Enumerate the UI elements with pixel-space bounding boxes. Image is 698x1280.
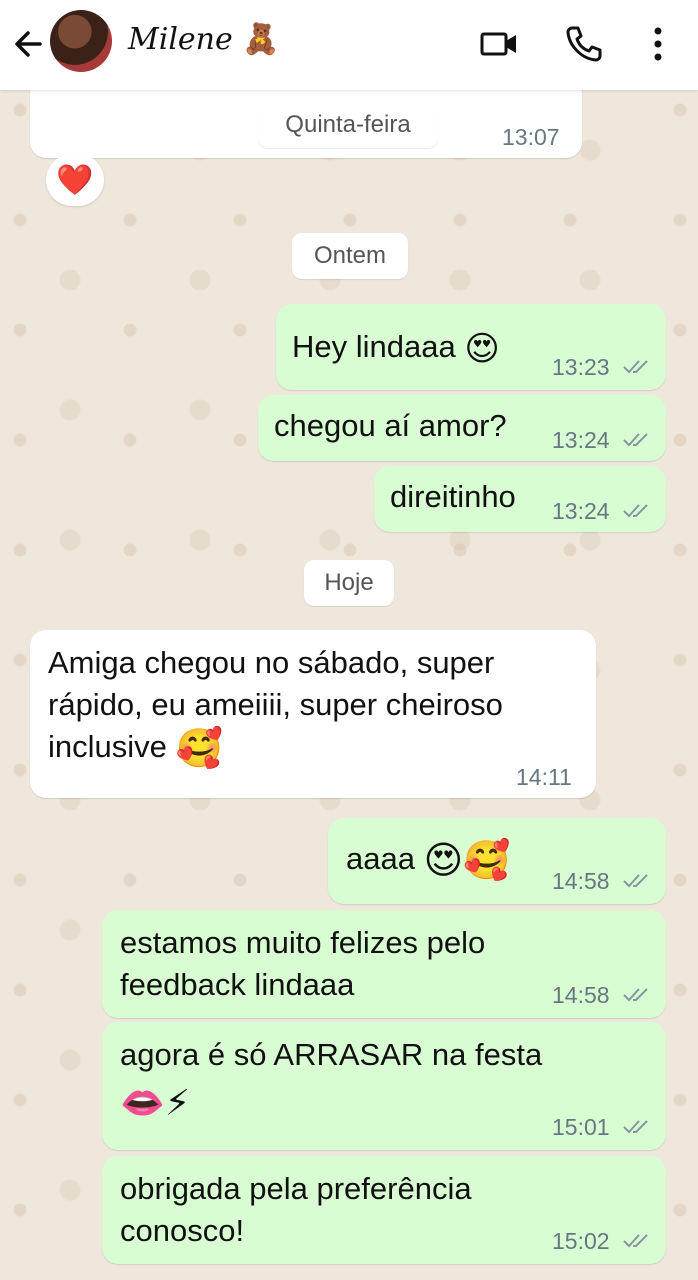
message-emoji: 😍 [464,329,500,368]
message-time: 13:23 [552,354,610,380]
contact-name-text: Milene [128,22,233,57]
message-bubble-incoming[interactable]: Amiga chegou no sábado, super rápido, eu… [30,630,596,798]
phone-call-icon[interactable] [562,22,606,66]
message-time: 14:58 [552,982,610,1008]
message-time: 14:58 [552,868,610,894]
message-bubble-outgoing[interactable]: obrigada pela preferência conosco! 15:02 [102,1156,666,1264]
video-call-icon[interactable] [478,22,522,66]
read-ticks-icon [623,433,648,447]
message-bubble-outgoing[interactable]: agora é só ARRASAR na festa 👄⚡ 15:01 [102,1022,666,1150]
message-time: 13:07 [502,124,560,150]
read-ticks-icon [623,504,648,518]
chat-header: Milene 🧸 [0,0,698,90]
message-text: aaaa [346,841,415,876]
read-ticks-icon [623,1120,648,1134]
read-ticks-icon [623,360,648,374]
message-time: 15:02 [552,1228,610,1254]
date-label-today: Hoje [304,560,394,606]
message-emoji: 😍🥰 [423,839,511,882]
reaction-emoji: ❤️ [56,163,94,197]
message-text: obrigada pela preferência conosco! [120,1171,472,1248]
date-label-previous: Quinta-feira [258,102,438,148]
message-bubble-outgoing[interactable]: Hey lindaaa 😍 13:23 [276,304,666,390]
message-bubble-outgoing[interactable]: direitinho 13:24 [374,466,666,532]
contact-name[interactable]: Milene 🧸 [128,22,280,57]
message-bubble-outgoing[interactable]: estamos muito felizes pelo feedback lind… [102,910,666,1018]
read-ticks-icon [623,1234,648,1248]
message-time: 13:24 [552,498,610,524]
message-bubble-outgoing[interactable]: aaaa 😍🥰 14:58 [328,818,666,904]
reaction-heart-icon[interactable]: ❤️ [46,154,104,206]
message-emoji: 🥰 [175,727,223,770]
message-time: 15:01 [552,1114,610,1140]
message-text: Amiga chegou no sábado, super rápido, eu… [48,645,503,764]
message-time: 13:24 [552,427,610,453]
message-bubble-outgoing[interactable]: chegou aí amor? 13:24 [258,395,666,461]
back-arrow-icon[interactable] [10,24,50,64]
message-text: Hey lindaaa [292,329,456,364]
read-ticks-icon [623,874,648,888]
message-time: 14:11 [516,764,572,790]
message-text: agora é só ARRASAR na festa [120,1037,543,1072]
more-options-icon[interactable] [636,22,680,66]
message-text: direitinho [390,479,516,514]
contact-name-emoji: 🧸 [242,22,280,57]
read-ticks-icon [623,988,648,1002]
date-label-yesterday: Ontem [292,233,408,279]
message-text: estamos muito felizes pelo feedback lind… [120,925,486,1002]
avatar[interactable] [50,10,112,72]
message-text: chegou aí amor? [274,408,507,443]
